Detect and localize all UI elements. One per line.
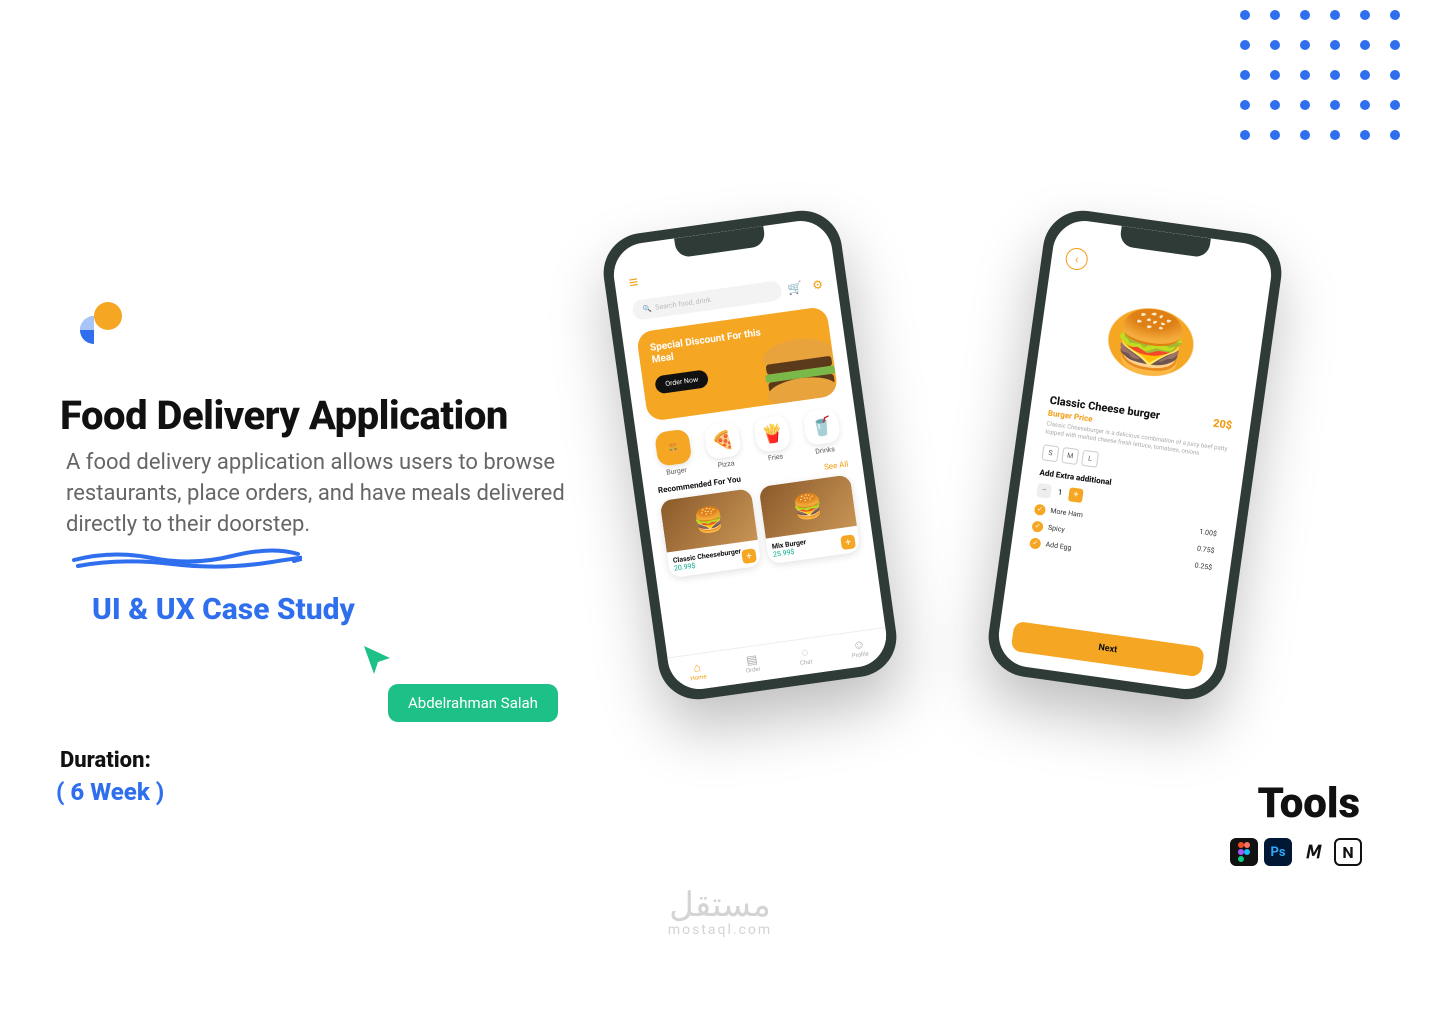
figma-icon bbox=[1230, 838, 1258, 866]
cart-icon[interactable]: 🛒 bbox=[787, 280, 804, 296]
author-name-tag: Abdelrahman Salah bbox=[388, 684, 558, 722]
category-drinks[interactable]: 🥤Drinks bbox=[803, 408, 843, 457]
qty-minus-button[interactable]: − bbox=[1036, 482, 1052, 498]
watermark-arabic: مستقل bbox=[668, 888, 772, 922]
phone-mockups: ≡ 🔍 Search food, drink 🛒 ⚙ Special Disco… bbox=[620, 220, 1280, 700]
brand-logo bbox=[72, 300, 128, 360]
bottom-nav: ⌂Home ▤Order ◌Chat ☺Profile bbox=[667, 627, 890, 693]
size-l[interactable]: L bbox=[1081, 449, 1099, 467]
watermark: مستقل mostaql.com bbox=[668, 888, 772, 938]
category-fries[interactable]: 🍟Fries bbox=[753, 414, 793, 463]
product-hero-image: 🍔 bbox=[1069, 277, 1233, 407]
notion-icon: N bbox=[1334, 838, 1362, 866]
tools-heading: Tools bbox=[1257, 779, 1360, 828]
duration-value: ( 6 Week ) bbox=[56, 778, 164, 806]
check-icon: ✓ bbox=[1034, 503, 1046, 515]
category-burger[interactable]: 🍔Burger bbox=[654, 428, 694, 477]
nav-chat[interactable]: ◌Chat bbox=[798, 644, 813, 667]
decorative-dot-grid bbox=[1240, 10, 1400, 140]
option-price: 1.00$ bbox=[1199, 528, 1218, 538]
duration-label: Duration: bbox=[60, 748, 151, 773]
nav-profile[interactable]: ☺Profile bbox=[849, 637, 869, 660]
qty-value: 1 bbox=[1054, 487, 1065, 497]
option-price: 0.25$ bbox=[1194, 562, 1213, 572]
product-price: 20$ bbox=[1212, 417, 1233, 433]
underline-decoration bbox=[72, 544, 302, 576]
watermark-latin: mostaql.com bbox=[668, 922, 772, 938]
phone-mockup-detail: ‹ 🍔 Classic Cheese burger 20$ Burger Pri… bbox=[983, 206, 1286, 705]
back-button[interactable]: ‹ bbox=[1064, 247, 1089, 272]
search-placeholder: Search food, drink bbox=[655, 296, 712, 312]
phone-mockup-home: ≡ 🔍 Search food, drink 🛒 ⚙ Special Disco… bbox=[598, 206, 901, 705]
product-card[interactable]: 🍔 Classic Cheeseburger 20.99$ + bbox=[660, 488, 762, 578]
qty-plus-button[interactable]: + bbox=[1068, 487, 1084, 503]
add-button[interactable]: + bbox=[741, 548, 757, 564]
promo-banner: Special Discount For this Meal Order Now bbox=[636, 306, 839, 422]
case-study-subtitle: UI & UX Case Study bbox=[92, 592, 355, 627]
order-now-button[interactable]: Order Now bbox=[654, 369, 709, 394]
tools-icons-row: Ps 𝘔 N bbox=[1230, 838, 1362, 866]
check-icon: ✓ bbox=[1031, 520, 1043, 532]
page-title: Food Delivery Application bbox=[60, 392, 508, 439]
search-icon: 🔍 bbox=[642, 304, 652, 313]
size-m[interactable]: M bbox=[1061, 447, 1079, 465]
promo-burger-image bbox=[750, 324, 839, 416]
product-card[interactable]: 🍔 Mix Burger 25.99$ + bbox=[759, 474, 861, 564]
nav-order[interactable]: ▤Order bbox=[744, 652, 761, 675]
option-price: 0.75$ bbox=[1196, 545, 1215, 555]
category-pizza[interactable]: 🍕Pizza bbox=[704, 421, 744, 470]
author-cursor: Abdelrahman Salah bbox=[360, 642, 558, 722]
add-button[interactable]: + bbox=[840, 534, 856, 550]
filter-icon[interactable]: ⚙ bbox=[811, 277, 824, 292]
check-icon: ✓ bbox=[1029, 537, 1041, 549]
cursor-icon bbox=[360, 642, 394, 676]
miro-icon: 𝘔 bbox=[1298, 838, 1328, 866]
photoshop-icon: Ps bbox=[1264, 838, 1292, 866]
page-description: A food delivery application allows users… bbox=[66, 448, 606, 540]
next-button[interactable]: Next bbox=[1011, 621, 1205, 677]
nav-home[interactable]: ⌂Home bbox=[688, 659, 707, 682]
size-s[interactable]: S bbox=[1041, 444, 1059, 462]
